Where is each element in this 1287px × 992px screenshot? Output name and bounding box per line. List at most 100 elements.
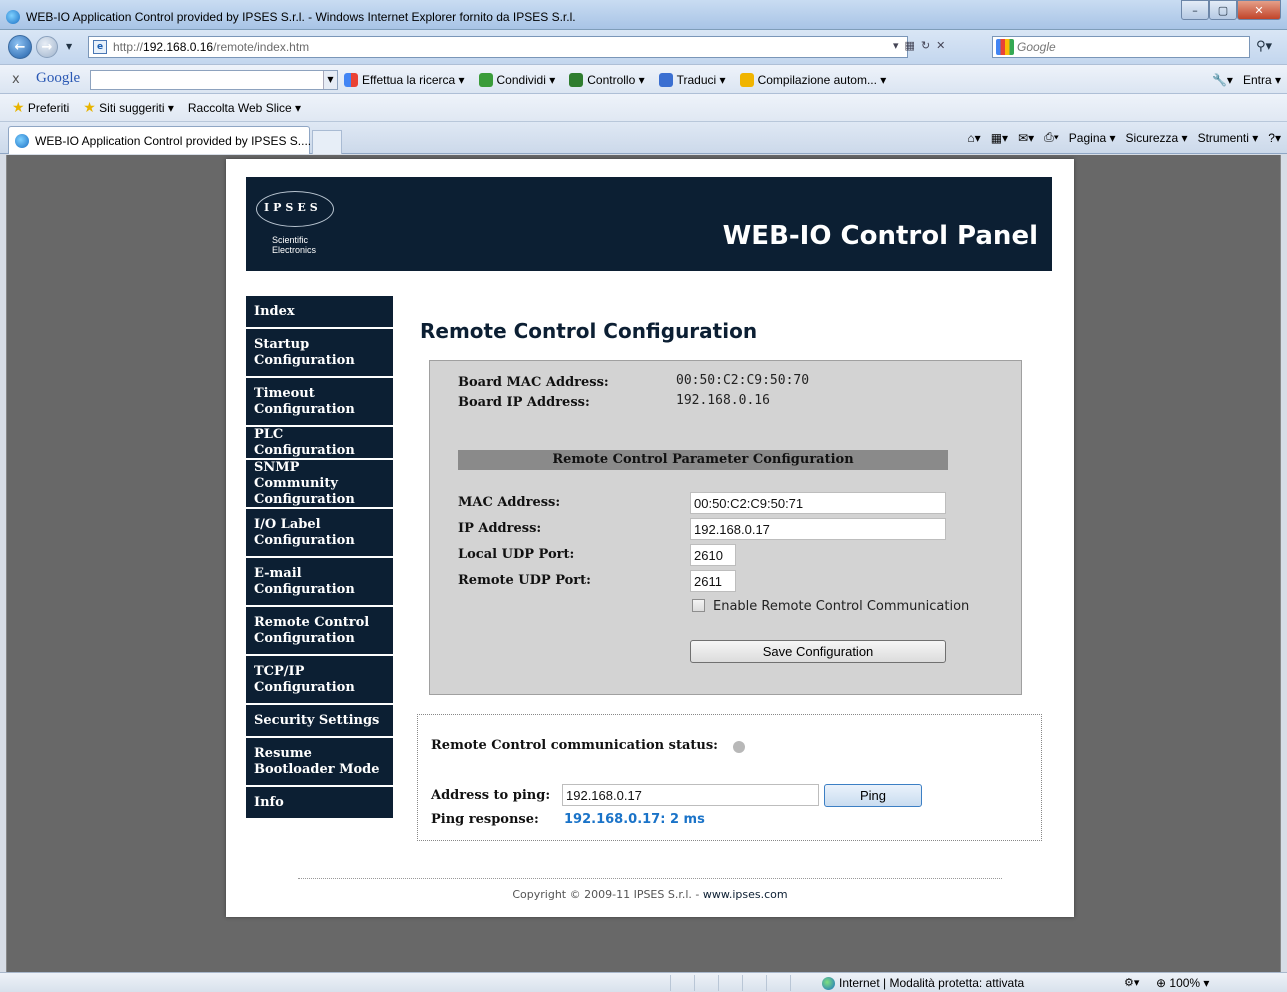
google-translate-button[interactable]: Traduci ▾ (658, 73, 726, 87)
history-dropdown-icon[interactable]: ▼ (66, 42, 72, 51)
status-led-icon (733, 741, 745, 753)
header-banner: IPSES Scientific Electronics WEB-IO Cont… (246, 177, 1052, 271)
ip-address-label: IP Address: (458, 521, 542, 536)
window-controls: – ▢ ✕ (1181, 0, 1281, 22)
sidebar-item-bootloader[interactable]: Resume Bootloader Mode (246, 738, 393, 787)
sidebar-item-label: Startup Configuration (254, 336, 355, 368)
security-menu[interactable]: Sicurezza ▾ (1126, 131, 1188, 145)
tab-webio[interactable]: WEB-IO Application Control provided by I… (8, 126, 311, 154)
sidebar-item-info[interactable]: Info (246, 787, 393, 820)
autofill-icon (739, 73, 754, 87)
google-spellcheck-button[interactable]: Controllo ▾ (569, 73, 645, 87)
sidebar-item-email[interactable]: E-mail Configuration (246, 558, 393, 607)
sidebar-item-index[interactable]: Index (246, 296, 393, 329)
url-text: http://192.168.0.16/remote/index.htm (113, 40, 310, 54)
sidebar-item-label: Info (254, 794, 284, 810)
help-icon[interactable]: ?▾ (1268, 131, 1281, 145)
status-box: Remote Control communication status: Add… (417, 714, 1042, 841)
page-banner-title: WEB-IO Control Panel (722, 221, 1038, 251)
url-field[interactable]: e http://192.168.0.16/remote/index.htm (88, 36, 908, 58)
compat-view-icon[interactable]: ▦ (905, 39, 915, 52)
sidebar-item-snmp[interactable]: SNMP Community Configuration (246, 460, 393, 509)
statusbar-divider (766, 975, 767, 991)
footer: Copyright © 2009-11 IPSES S.r.l. - www.i… (226, 888, 1074, 901)
web-slice-link[interactable]: Raccolta Web Slice ▾ (188, 101, 301, 115)
sidebar-item-timeout[interactable]: Timeout Configuration (246, 378, 393, 427)
wrench-icon[interactable]: 🔧▾ (1212, 73, 1233, 87)
ping-address-input[interactable] (562, 784, 819, 806)
local-udp-port-input[interactable] (690, 544, 736, 566)
google-search-label: Effettua la ricerca ▾ (362, 73, 465, 87)
tools-menu[interactable]: Strumenti ▾ (1198, 131, 1259, 145)
security-zone[interactable]: Internet | Modalità protetta: attivata (822, 976, 1024, 990)
google-search-button[interactable]: Effettua la ricerca ▾ (344, 73, 465, 87)
new-tab-button[interactable] (312, 130, 342, 154)
google-logo: Google (36, 70, 81, 86)
command-bar: ⌂▾ ▦▾ ✉▾ ⎙▾ Pagina ▾ Sicurezza ▾ Strumen… (967, 130, 1281, 145)
sidebar-item-io-label[interactable]: I/O Label Configuration (246, 509, 393, 558)
enable-remote-checkbox[interactable] (692, 599, 705, 612)
rss-icon[interactable]: ▦▾ (991, 131, 1008, 145)
url-tools: ▾ ▦ ↻ ✕ (893, 39, 945, 52)
mail-icon[interactable]: ✉▾ (1018, 131, 1034, 145)
print-icon[interactable]: ⎙▾ (1044, 130, 1059, 145)
remote-udp-port-input[interactable] (690, 570, 736, 592)
chevron-down-icon[interactable]: ▼ (323, 71, 337, 89)
favorites-button[interactable]: ★ Preferiti (12, 99, 70, 115)
web-slice-label: Raccolta Web Slice ▾ (187, 101, 302, 115)
sidebar-item-tcpip[interactable]: TCP/IP Configuration (246, 656, 393, 705)
sidebar-item-startup[interactable]: Startup Configuration (246, 329, 393, 378)
search-placeholder: Google (1017, 40, 1056, 54)
search-icon[interactable]: ⚲▾ (1256, 39, 1272, 54)
ip-address-input[interactable] (690, 518, 946, 540)
favorites-label: Preferiti (27, 101, 70, 115)
google-autofill-button[interactable]: Compilazione autom... ▾ (739, 73, 886, 87)
google-search-input[interactable]: ▼ (90, 70, 338, 90)
translate-label: Traduci ▾ (676, 73, 726, 87)
copyright-text: Copyright © 2009-11 IPSES S.r.l. - (512, 888, 703, 901)
sidebar-item-security[interactable]: Security Settings (246, 705, 393, 738)
close-window-button[interactable]: ✕ (1237, 0, 1281, 20)
board-mac-value: 00:50:C2:C9:50:70 (676, 373, 810, 388)
statusbar-divider (694, 975, 695, 991)
logo-subtitle: Scientific Electronics (272, 235, 316, 255)
signin-button[interactable]: Entra ▾ (1243, 73, 1281, 87)
sidebar-item-plc[interactable]: PLC Configuration (246, 427, 393, 460)
logo-subtitle-line1: Scientific (272, 235, 309, 245)
google-toolbar-right: 🔧▾ Entra ▾ (1212, 73, 1281, 87)
sidebar-item-label: E-mail Configuration (254, 565, 355, 597)
remote-udp-port-label: Remote UDP Port: (458, 573, 591, 588)
page-menu[interactable]: Pagina ▾ (1069, 131, 1116, 145)
sidebar-item-remote-control[interactable]: Remote Control Configuration (246, 607, 393, 656)
forward-button[interactable]: → (36, 36, 58, 58)
home-icon[interactable]: ⌂▾ (967, 131, 980, 145)
ping-address-label: Address to ping: (431, 788, 551, 803)
stop-icon[interactable]: ✕ (936, 39, 945, 52)
star-icon: ★ (12, 99, 25, 115)
save-configuration-button[interactable]: Save Configuration (690, 640, 946, 663)
protected-mode-icon[interactable]: ⚙▾ (1124, 976, 1139, 989)
ping-button[interactable]: Ping (824, 784, 922, 807)
google-toolbar-items: Effettua la ricerca ▾ Condividi ▾ Contro… (344, 73, 886, 87)
back-button[interactable]: ← (8, 35, 32, 59)
url-dropdown-icon[interactable]: ▾ (893, 39, 899, 52)
ping-response-value: 192.168.0.17: 2 ms (564, 812, 705, 827)
statusbar-divider (790, 975, 791, 991)
sidebar-item-label: I/O Label Configuration (254, 516, 355, 548)
zoom-control[interactable]: ⊕ 100% ▾ (1156, 976, 1209, 990)
search-input[interactable]: Google (992, 36, 1250, 58)
mac-address-input[interactable] (690, 492, 946, 514)
ipses-website-link[interactable]: www.ipses.com (703, 888, 788, 901)
minimize-button[interactable]: – (1181, 0, 1209, 20)
globe-icon (822, 976, 835, 990)
close-toolbar-icon[interactable]: x (12, 72, 20, 87)
google-share-button[interactable]: Condividi ▾ (478, 73, 555, 87)
board-mac-label: Board MAC Address: (458, 375, 609, 390)
ping-response-label: Ping response: (431, 812, 539, 827)
suggested-sites-link[interactable]: ★ Siti suggeriti ▾ (83, 100, 174, 115)
maximize-button[interactable]: ▢ (1209, 0, 1237, 20)
sidebar-nav: Index Startup Configuration Timeout Config… (246, 296, 393, 820)
local-udp-port-label: Local UDP Port: (458, 547, 575, 562)
refresh-icon[interactable]: ↻ (921, 39, 930, 52)
sidebar-item-label: PLC Configuration (254, 426, 355, 458)
